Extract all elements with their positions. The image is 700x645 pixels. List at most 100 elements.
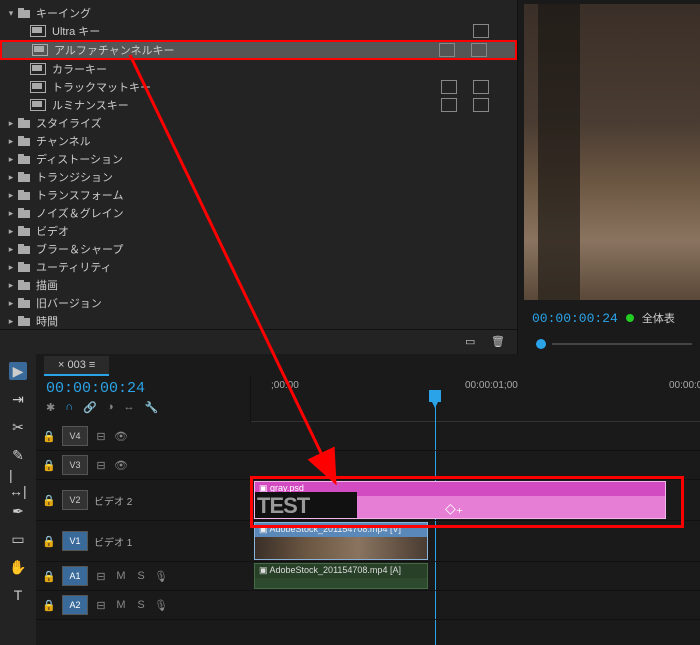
- expand-icon[interactable]: ▸: [6, 136, 16, 147]
- mic-icon[interactable]: 🎙: [154, 569, 168, 583]
- folder-distortion[interactable]: ▸ディストーション: [0, 150, 517, 168]
- razor-tool[interactable]: ✎: [9, 446, 27, 464]
- preset-alpha-channel-key[interactable]: アルファチャンネルキー: [0, 40, 517, 60]
- track-name: ビデオ 1: [94, 534, 132, 549]
- lane-v4[interactable]: [250, 422, 700, 451]
- expand-icon[interactable]: ▸: [6, 280, 16, 291]
- clip-label: AdobeStock_201154708.mp4 [A]: [270, 565, 401, 575]
- link-toggle[interactable]: 🔗: [83, 401, 97, 414]
- timeline-timecode[interactable]: 00:00:00:24: [36, 376, 250, 399]
- expand-icon[interactable]: ▸: [6, 118, 16, 129]
- track-name: ビデオ 2: [94, 493, 132, 508]
- expand-icon[interactable]: ▸: [6, 208, 16, 219]
- toggle-output-icon[interactable]: ⊟: [94, 598, 108, 612]
- solo-button[interactable]: S: [134, 569, 148, 583]
- scrub-track[interactable]: [552, 343, 692, 345]
- folder-blur-sharpen[interactable]: ▸ブラー＆シャープ: [0, 240, 517, 258]
- selection-tool[interactable]: ▶: [9, 362, 27, 380]
- preset-icon: [30, 99, 46, 111]
- ripple-edit-tool[interactable]: ✂: [9, 418, 27, 436]
- pen-tool[interactable]: ✒: [9, 502, 27, 520]
- sequence-tab[interactable]: × 003 ≡: [44, 356, 109, 376]
- track-badge[interactable]: A2: [62, 595, 88, 615]
- expand-icon[interactable]: ▸: [6, 190, 16, 201]
- expand-icon[interactable]: ▸: [6, 316, 16, 327]
- wrench-icon[interactable]: 🔧: [144, 401, 158, 414]
- folder-draw[interactable]: ▸描画: [0, 276, 517, 294]
- lock-icon[interactable]: 🔒: [42, 458, 56, 472]
- track-badge[interactable]: V1: [62, 531, 88, 551]
- preset-track-matte-key[interactable]: トラックマットキー: [0, 78, 517, 96]
- expand-icon[interactable]: ▸: [6, 298, 16, 309]
- track-v2-header[interactable]: 🔒 V2 ビデオ 2: [36, 480, 250, 521]
- folder-time[interactable]: ▸時間: [0, 312, 517, 329]
- sync-toggle[interactable]: ↔: [123, 401, 134, 414]
- badge-icon: [471, 43, 487, 57]
- expand-icon[interactable]: ▸: [6, 172, 16, 183]
- lane-a2[interactable]: [250, 591, 700, 620]
- track-v4-header[interactable]: 🔒 V4 ⊟ 👁: [36, 422, 250, 451]
- playhead-icon[interactable]: [536, 339, 546, 349]
- solo-button[interactable]: S: [134, 598, 148, 612]
- mute-button[interactable]: M: [114, 569, 128, 583]
- lock-icon[interactable]: 🔒: [42, 493, 56, 507]
- mic-icon[interactable]: 🎙: [154, 598, 168, 612]
- folder-stylize[interactable]: ▸スタイライズ: [0, 114, 517, 132]
- lock-icon[interactable]: 🔒: [42, 534, 56, 548]
- collapse-icon[interactable]: ▾: [6, 8, 16, 19]
- lock-icon[interactable]: 🔒: [42, 598, 56, 612]
- hand-tool[interactable]: ✋: [9, 558, 27, 576]
- track-a2-header[interactable]: 🔒 A2 ⊟ MS 🎙: [36, 591, 250, 620]
- expand-icon[interactable]: ▸: [6, 262, 16, 273]
- folder-transition[interactable]: ▸トランジション: [0, 168, 517, 186]
- lock-icon[interactable]: 🔒: [42, 429, 56, 443]
- preview-timecode[interactable]: 00:00:00:24: [532, 311, 618, 326]
- track-badge[interactable]: V4: [62, 426, 88, 446]
- preset-ultra-key[interactable]: Ultra キー: [0, 22, 517, 40]
- expand-icon[interactable]: ▸: [6, 244, 16, 255]
- folder-channel[interactable]: ▸チャンネル: [0, 132, 517, 150]
- folder-legacy[interactable]: ▸ 旧バージョン: [0, 294, 517, 312]
- preset-icon: [32, 44, 48, 56]
- toggle-output-icon[interactable]: ⊟: [94, 429, 108, 443]
- expand-icon[interactable]: ▸: [6, 154, 16, 165]
- magnet-toggle[interactable]: ∩: [65, 401, 73, 414]
- time-ruler[interactable]: ;00:00 00:00:01;00 00:00:02;00: [251, 376, 700, 422]
- preset-color-key[interactable]: カラーキー: [0, 60, 517, 78]
- track-badge[interactable]: A1: [62, 566, 88, 586]
- lane-a1[interactable]: ▣ AdobeStock_201154708.mp4 [A]: [250, 562, 700, 591]
- clip-audio[interactable]: ▣ AdobeStock_201154708.mp4 [A]: [254, 563, 428, 589]
- preview-scrubber[interactable]: [524, 334, 700, 354]
- toggle-output-icon[interactable]: ⊟: [94, 458, 108, 472]
- snap-toggle[interactable]: ✱: [46, 401, 55, 414]
- track-badge[interactable]: V2: [62, 490, 88, 510]
- rectangle-tool[interactable]: ▭: [9, 530, 27, 548]
- expand-icon[interactable]: ▸: [6, 226, 16, 237]
- marker-toggle[interactable]: ◑: [107, 401, 114, 414]
- new-bin-icon[interactable]: ▭: [465, 335, 479, 349]
- track-v3-header[interactable]: 🔒 V3 ⊟ 👁: [36, 451, 250, 480]
- lock-icon[interactable]: 🔒: [42, 569, 56, 583]
- folder-keying[interactable]: ▾ キーイング: [0, 4, 517, 22]
- slip-tool[interactable]: |↔|: [9, 474, 27, 492]
- folder-utility[interactable]: ▸ユーティリティ: [0, 258, 517, 276]
- folder-label: 旧バージョン: [36, 295, 513, 311]
- folder-transform[interactable]: ▸ トランスフォーム: [0, 186, 517, 204]
- preview-image[interactable]: [524, 4, 700, 300]
- track-select-tool[interactable]: ⇥: [9, 390, 27, 408]
- toggle-output-icon[interactable]: ⊟: [94, 569, 108, 583]
- track-badge[interactable]: V3: [62, 455, 88, 475]
- type-tool[interactable]: T: [9, 586, 27, 604]
- track-v1-header[interactable]: 🔒 V1 ビデオ 1: [36, 521, 250, 562]
- track-a1-header[interactable]: 🔒 A1 ⊟ MS 🎙: [36, 562, 250, 591]
- fit-label[interactable]: 全体表: [642, 310, 675, 326]
- folder-label: トランスフォーム: [36, 187, 513, 203]
- mute-button[interactable]: M: [114, 598, 128, 612]
- track-lanes[interactable]: ▣ gray.psd TEST ◇₊ ▣ AdobeStock_20115470…: [250, 422, 700, 620]
- eye-icon[interactable]: 👁: [114, 458, 128, 472]
- folder-video[interactable]: ▸ビデオ: [0, 222, 517, 240]
- trash-icon[interactable]: 🗑: [491, 335, 505, 349]
- folder-noise-grain[interactable]: ▸ノイズ＆グレイン: [0, 204, 517, 222]
- preset-luminance-key[interactable]: ルミナンスキー: [0, 96, 517, 114]
- eye-icon[interactable]: 👁: [114, 429, 128, 443]
